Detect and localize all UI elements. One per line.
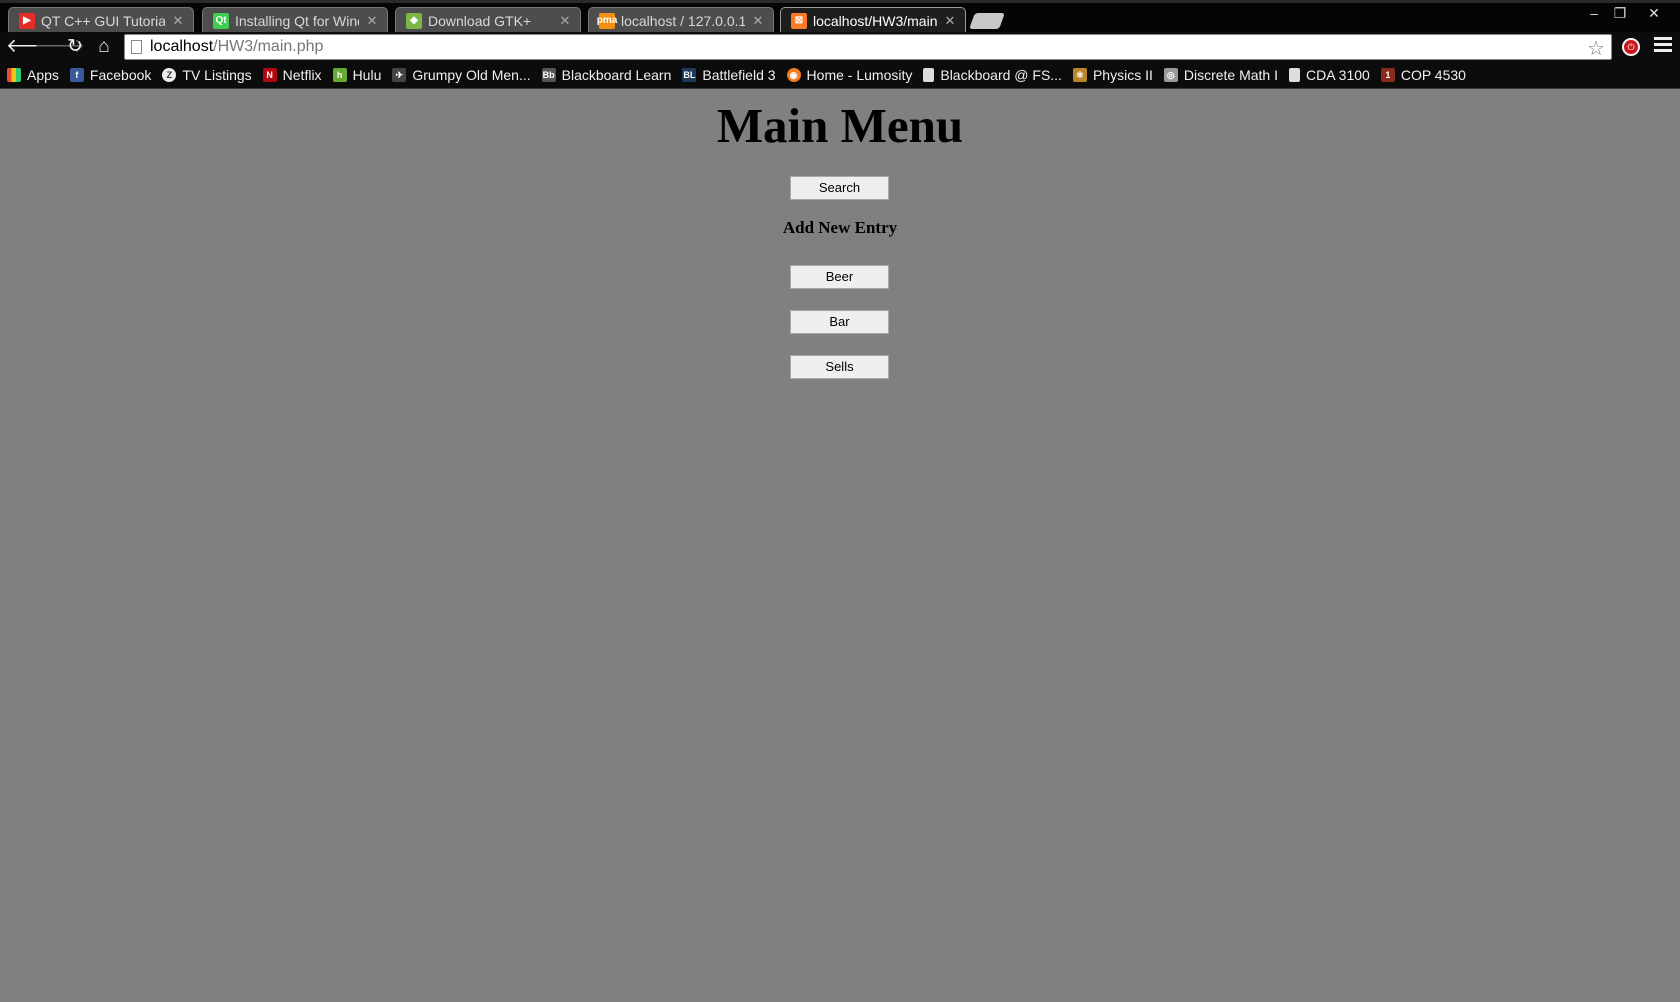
- bookmark-label: Netflix: [282, 67, 322, 83]
- bookmark-label: Facebook: [89, 67, 152, 83]
- add-entry-heading: Add New Entry: [782, 218, 898, 237]
- blackboard-icon: Bb: [541, 68, 556, 82]
- new-tab-button[interactable]: [969, 13, 1005, 29]
- bookmark-apps[interactable]: Apps: [7, 67, 59, 83]
- bookmark-cop-4530[interactable]: 1 COP 4530: [1380, 67, 1466, 83]
- bookmark-lumosity[interactable]: ◉ Home - Lumosity: [786, 67, 913, 83]
- beer-button[interactable]: Beer: [790, 265, 889, 289]
- tab-download-gtk[interactable]: ◆ Download GTK+ ✕: [395, 7, 581, 33]
- bookmark-label: Hulu: [352, 67, 382, 83]
- bookmark-label: Physics II: [1092, 67, 1153, 83]
- bookmark-battlefield-3[interactable]: BL Battlefield 3: [682, 67, 776, 83]
- restore-button[interactable]: ❐: [1608, 5, 1632, 22]
- reload-button[interactable]: ↻: [64, 36, 86, 58]
- tab-strip: ▶ QT C++ GUI Tutorial 2 ✕ Qt Installing …: [0, 0, 1680, 33]
- close-icon[interactable]: ✕: [171, 13, 185, 29]
- bookmark-label: CDA 3100: [1306, 67, 1370, 83]
- bookmark-blackboard-learn[interactable]: Bb Blackboard Learn: [541, 67, 672, 83]
- address-path: /HW3/main.php: [213, 38, 324, 55]
- close-icon[interactable]: ✕: [558, 13, 572, 29]
- qt-icon: Qt: [213, 12, 229, 29]
- bookmark-facebook[interactable]: f Facebook: [69, 67, 152, 83]
- bookmark-blackboard-fsu[interactable]: Blackboard @ FS...: [923, 67, 1062, 83]
- bookmark-hulu[interactable]: h Hulu: [332, 67, 382, 83]
- facebook-icon: f: [69, 68, 84, 82]
- close-window-button[interactable]: ✕: [1642, 5, 1666, 22]
- tab-phpmyadmin[interactable]: pma localhost / 127.0.0.1 / ✕: [588, 7, 774, 33]
- gtk-icon: ◆: [406, 12, 422, 29]
- bookmark-label: Grumpy Old Men...: [412, 67, 531, 83]
- close-icon[interactable]: ✕: [365, 13, 379, 29]
- tab-qt-tutorial[interactable]: ▶ QT C++ GUI Tutorial 2 ✕: [8, 7, 194, 33]
- bookmark-discrete-math[interactable]: ◎ Discrete Math I: [1163, 67, 1278, 83]
- bookmark-netflix[interactable]: N Netflix: [262, 67, 322, 83]
- home-button[interactable]: ⌂: [93, 36, 115, 58]
- math-icon: ◎: [1163, 68, 1178, 82]
- bookmark-label: Blackboard Learn: [561, 67, 672, 83]
- bookmark-tv-listings[interactable]: Z TV Listings: [162, 67, 252, 83]
- back-button[interactable]: 🡐: [6, 36, 57, 58]
- chrome-menu-button[interactable]: [1654, 37, 1672, 55]
- grumpy-icon: ✈: [392, 68, 407, 82]
- bookmark-label: Blackboard @ FS...: [940, 67, 1062, 83]
- page-icon: [131, 40, 142, 54]
- extension-icon[interactable]: ⏻: [1622, 38, 1640, 56]
- forward-button[interactable]: 🡒: [34, 36, 85, 58]
- bookmark-label: COP 4530: [1400, 67, 1466, 83]
- apps-grid-icon: [7, 68, 21, 82]
- close-icon[interactable]: ✕: [943, 13, 957, 29]
- home-icon: ⌂: [98, 36, 110, 57]
- page-title: Main Menu: [716, 98, 964, 153]
- address-host: localhost: [150, 38, 214, 55]
- cop-icon: 1: [1380, 68, 1395, 82]
- physics-icon: ⚛: [1072, 68, 1087, 82]
- battlelog-icon: BL: [682, 68, 697, 82]
- hulu-icon: h: [332, 68, 347, 82]
- bookmark-label: Discrete Math I: [1183, 67, 1278, 83]
- tab-installing-qt[interactable]: Qt Installing Qt for Windo ✕: [202, 7, 388, 33]
- tab-main-php[interactable]: ⊠ localhost/HW3/main.p ✕: [780, 7, 966, 33]
- lumosity-icon: ◉: [786, 68, 801, 82]
- xampp-icon: ⊠: [791, 12, 807, 29]
- minimize-button[interactable]: –: [1582, 5, 1606, 21]
- search-button[interactable]: Search: [790, 176, 889, 200]
- browser-toolbar: 🡐 🡒 ↻ ⌂ localhost/HW3/main.php ☆ ⏻: [0, 32, 1680, 62]
- bookmark-label: TV Listings: [182, 67, 252, 83]
- bookmark-physics-ii[interactable]: ⚛ Physics II: [1072, 67, 1153, 83]
- tab-title: localhost/HW3/main.p: [813, 12, 937, 29]
- youtube-icon: ▶: [19, 12, 35, 29]
- bookmark-label: Home - Lumosity: [806, 67, 913, 83]
- reload-icon: ↻: [67, 36, 83, 57]
- address-bar[interactable]: localhost/HW3/main.php ☆: [124, 34, 1612, 60]
- zap2it-icon: Z: [162, 68, 177, 82]
- phpmyadmin-icon: pma: [597, 12, 617, 29]
- close-icon[interactable]: ✕: [751, 13, 765, 29]
- bookmark-star-icon[interactable]: ☆: [1587, 36, 1605, 61]
- bookmark-cda-3100[interactable]: CDA 3100: [1289, 67, 1370, 83]
- tab-title: localhost / 127.0.0.1 /: [621, 12, 745, 29]
- netflix-icon: N: [262, 68, 277, 82]
- page-icon: [1289, 68, 1300, 82]
- bookmark-label: Apps: [27, 67, 59, 83]
- bookmark-label: Battlefield 3: [702, 67, 776, 83]
- sells-button[interactable]: Sells: [790, 355, 889, 379]
- tab-title: QT C++ GUI Tutorial 2: [41, 12, 165, 29]
- bookmarks-bar: Apps f Facebook Z TV Listings N Netflix …: [0, 62, 1680, 89]
- tab-title: Download GTK+: [428, 12, 532, 29]
- page-icon: [923, 68, 935, 82]
- tab-title: Installing Qt for Windo: [235, 12, 359, 29]
- bar-button[interactable]: Bar: [790, 310, 889, 334]
- bookmark-grumpy-old-men[interactable]: ✈ Grumpy Old Men...: [392, 67, 531, 83]
- page-content: Main Menu Search Add New Entry Beer Bar …: [0, 89, 1680, 1002]
